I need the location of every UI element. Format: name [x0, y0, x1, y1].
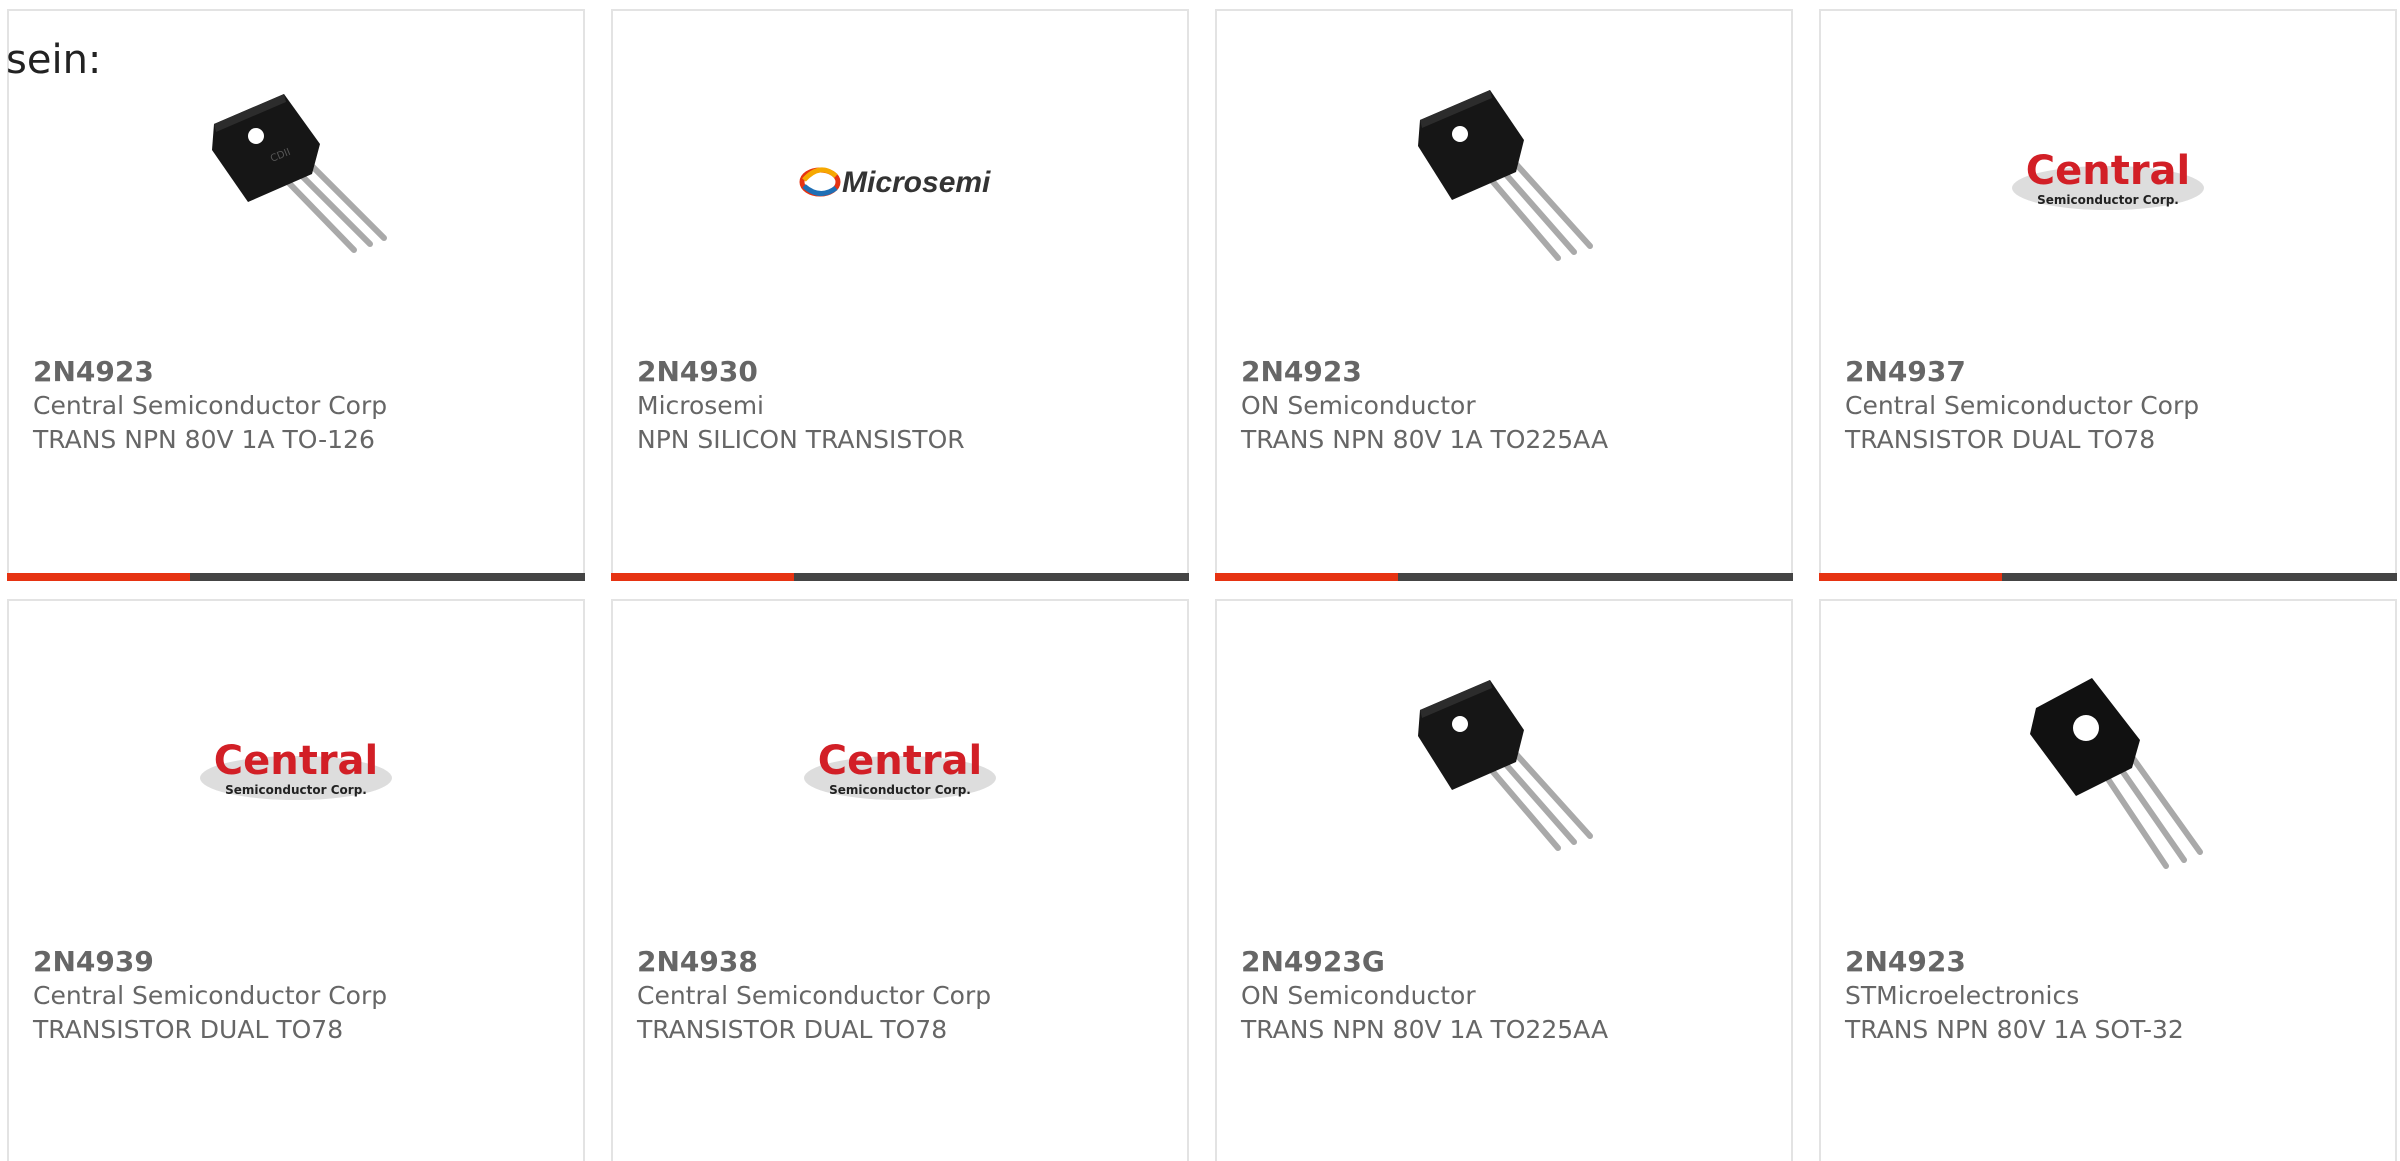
product-info: 2N4930 Microsemi NPN SILICON TRANSISTOR [637, 355, 1171, 457]
svg-text:Central: Central [818, 738, 983, 784]
card-accent-bar [1215, 573, 1793, 581]
part-number[interactable]: 2N4937 [1845, 355, 2379, 389]
product-card[interactable]: CDII 2N4923 Central Semiconductor Corp T… [7, 9, 585, 581]
svg-text:Semiconductor Corp.: Semiconductor Corp. [225, 783, 367, 797]
manufacturer-name: Central Semiconductor Corp [33, 981, 388, 1010]
microsemi-logo: Microsemi [798, 80, 1002, 284]
transistor-to225aa-image [1402, 80, 1606, 284]
card-accent-bar [7, 573, 585, 581]
product-info: 2N4923G ON Semiconductor TRANS NPN 80V 1… [1241, 945, 1775, 1047]
svg-text:Central: Central [2026, 148, 2191, 194]
part-number[interactable]: 2N4923 [33, 355, 567, 389]
central-semiconductor-logo: Central Semiconductor Corp. [194, 670, 398, 874]
product-description: TRANSISTOR DUAL TO78 [33, 1015, 344, 1044]
product-info: 2N4939 Central Semiconductor Corp TRANSI… [33, 945, 567, 1047]
product-card[interactable]: 2N4923 STMicroelectronics TRANS NPN 80V … [1819, 599, 2397, 1161]
central-semiconductor-logo: Central Semiconductor Corp. [2006, 80, 2210, 284]
product-card[interactable]: Microsemi 2N4930 Microsemi NPN SILICON T… [611, 9, 1189, 581]
product-card[interactable]: Central Semiconductor Corp. 2N4939 Centr… [7, 599, 585, 1161]
manufacturer-name: ON Semiconductor [1241, 981, 1476, 1010]
product-info: 2N4937 Central Semiconductor Corp TRANSI… [1845, 355, 2379, 457]
svg-text:Semiconductor Corp.: Semiconductor Corp. [829, 783, 971, 797]
product-description: TRANS NPN 80V 1A TO225AA [1241, 1015, 1609, 1044]
product-info: 2N4938 Central Semiconductor Corp TRANSI… [637, 945, 1171, 1047]
product-info: 2N4923 ON Semiconductor TRANS NPN 80V 1A… [1241, 355, 1775, 457]
svg-text:Central: Central [214, 738, 379, 784]
product-grid: CDII 2N4923 Central Semiconductor Corp T… [0, 0, 2400, 1161]
manufacturer-name: Central Semiconductor Corp [33, 391, 388, 420]
product-description: TRANS NPN 80V 1A SOT-32 [1845, 1015, 2184, 1044]
part-number[interactable]: 2N4923G [1241, 945, 1775, 979]
manufacturer-name: Central Semiconductor Corp [1845, 391, 2200, 420]
central-semiconductor-logo: Central Semiconductor Corp. [798, 670, 1002, 874]
transistor-sot32-image [2006, 670, 2210, 874]
product-info: 2N4923 Central Semiconductor Corp TRANS … [33, 355, 567, 457]
product-description: NPN SILICON TRANSISTOR [637, 425, 965, 454]
svg-text:Microsemi: Microsemi [842, 166, 991, 199]
manufacturer-name: Microsemi [637, 391, 764, 420]
transistor-to126-image: CDII [194, 80, 398, 284]
product-description: TRANSISTOR DUAL TO78 [637, 1015, 948, 1044]
manufacturer-name: Central Semiconductor Corp [637, 981, 992, 1010]
product-card[interactable]: Central Semiconductor Corp. 2N4937 Centr… [1819, 9, 2397, 581]
product-grid-page: sein: CDII 2N4923 Central Semiconductor … [0, 0, 2400, 1161]
product-info: 2N4923 STMicroelectronics TRANS NPN 80V … [1845, 945, 2379, 1047]
svg-text:Semiconductor Corp.: Semiconductor Corp. [2037, 193, 2179, 207]
product-card[interactable]: 2N4923 ON Semiconductor TRANS NPN 80V 1A… [1215, 9, 1793, 581]
product-card[interactable]: Central Semiconductor Corp. 2N4938 Centr… [611, 599, 1189, 1161]
part-number[interactable]: 2N4923 [1241, 355, 1775, 389]
part-number[interactable]: 2N4923 [1845, 945, 2379, 979]
card-accent-bar [1819, 573, 2397, 581]
manufacturer-name: STMicroelectronics [1845, 981, 2080, 1010]
manufacturer-name: ON Semiconductor [1241, 391, 1476, 420]
product-description: TRANS NPN 80V 1A TO-126 [33, 425, 375, 454]
product-card[interactable]: 2N4923G ON Semiconductor TRANS NPN 80V 1… [1215, 599, 1793, 1161]
part-number[interactable]: 2N4938 [637, 945, 1171, 979]
card-accent-bar [611, 573, 1189, 581]
part-number[interactable]: 2N4930 [637, 355, 1171, 389]
transistor-to225aa-image [1402, 670, 1606, 874]
product-description: TRANS NPN 80V 1A TO225AA [1241, 425, 1609, 454]
product-description: TRANSISTOR DUAL TO78 [1845, 425, 2156, 454]
intro-text: sein: [6, 37, 102, 83]
part-number[interactable]: 2N4939 [33, 945, 567, 979]
